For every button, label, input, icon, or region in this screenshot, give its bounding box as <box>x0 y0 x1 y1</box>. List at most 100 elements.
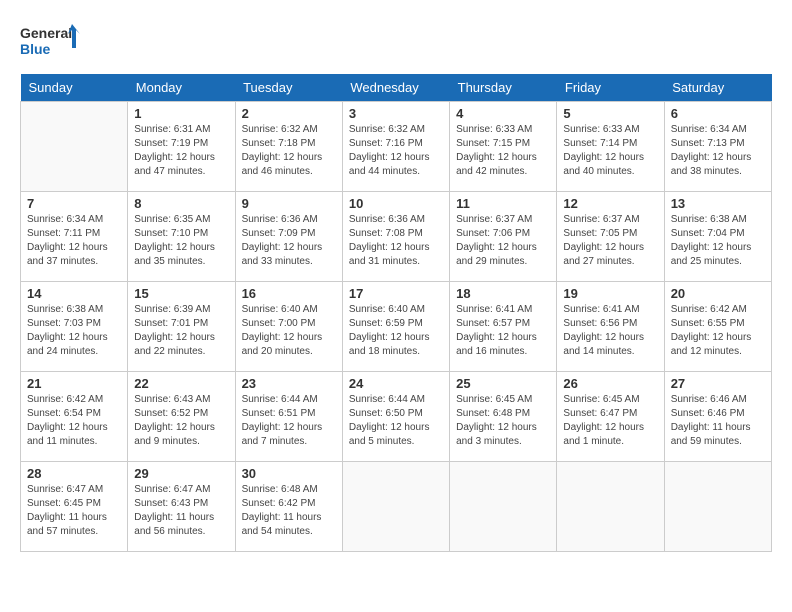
day-cell: 3 Sunrise: 6:32 AMSunset: 7:16 PMDaylight… <box>342 102 449 192</box>
day-info: Sunrise: 6:38 AMSunset: 7:03 PMDaylight:… <box>27 303 121 359</box>
day-info: Sunrise: 6:36 AMSunset: 7:09 PMDaylight:… <box>242 213 336 269</box>
day-cell: 27Sunrise: 6:46 AMSunset: 6:46 PMDayligh… <box>664 372 771 462</box>
day-cell: 4 Sunrise: 6:33 AMSunset: 7:15 PMDaylight… <box>450 102 557 192</box>
day-number: 15 <box>134 286 228 301</box>
day-cell: 6Sunrise: 6:34 AMSunset: 7:13 PMDaylight… <box>664 102 771 192</box>
week-row-4: 21Sunrise: 6:42 AMSunset: 6:54 PMDayligh… <box>21 372 772 462</box>
day-number: 26 <box>563 376 657 391</box>
day-number: 9 <box>242 196 336 211</box>
day-info: Sunrise: 6:37 AMSunset: 7:06 PMDaylight:… <box>456 213 550 269</box>
day-number: 10 <box>349 196 443 211</box>
day-number: 5 <box>563 106 657 121</box>
day-number: 21 <box>27 376 121 391</box>
day-info: Sunrise: 6:37 AMSunset: 7:05 PMDaylight:… <box>563 213 657 269</box>
logo: General Blue <box>20 20 80 64</box>
day-number: 22 <box>134 376 228 391</box>
day-info: Sunrise: 6:38 AMSunset: 7:04 PMDaylight:… <box>671 213 765 269</box>
day-number: 29 <box>134 466 228 481</box>
svg-text:Blue: Blue <box>20 41 51 57</box>
day-info: Sunrise: 6:34 AMSunset: 7:11 PMDaylight:… <box>27 213 121 269</box>
day-cell: 10 Sunrise: 6:36 AMSunset: 7:08 PMDayligh… <box>342 192 449 282</box>
day-info: Sunrise: 6:41 AMSunset: 6:57 PMDaylight:… <box>456 303 550 359</box>
day-cell: 16 Sunrise: 6:40 AMSunset: 7:00 PMDayligh… <box>235 282 342 372</box>
day-cell: 25 Sunrise: 6:45 AMSunset: 6:48 PMDayligh… <box>450 372 557 462</box>
day-cell: 13 Sunrise: 6:38 AMSunset: 7:04 PMDayligh… <box>664 192 771 282</box>
day-info: Sunrise: 6:35 AMSunset: 7:10 PMDaylight:… <box>134 213 228 269</box>
day-cell <box>21 102 128 192</box>
week-row-2: 7 Sunrise: 6:34 AMSunset: 7:11 PMDaylight… <box>21 192 772 282</box>
day-cell <box>557 462 664 552</box>
day-info: Sunrise: 6:40 AMSunset: 7:00 PMDaylight:… <box>242 303 336 359</box>
calendar-table: SundayMondayTuesdayWednesdayThursdayFrid… <box>20 74 772 552</box>
day-info: Sunrise: 6:43 AMSunset: 6:52 PMDaylight:… <box>134 393 228 449</box>
weekday-header-thursday: Thursday <box>450 74 557 102</box>
day-info: Sunrise: 6:32 AMSunset: 7:16 PMDaylight:… <box>349 123 443 179</box>
day-number: 3 <box>349 106 443 121</box>
day-info: Sunrise: 6:39 AMSunset: 7:01 PMDaylight:… <box>134 303 228 359</box>
day-number: 11 <box>456 196 550 211</box>
day-number: 4 <box>456 106 550 121</box>
day-number: 16 <box>242 286 336 301</box>
day-number: 1 <box>134 106 228 121</box>
day-cell: 24 Sunrise: 6:44 AMSunset: 6:50 PMDayligh… <box>342 372 449 462</box>
day-number: 30 <box>242 466 336 481</box>
weekday-header-friday: Friday <box>557 74 664 102</box>
day-cell: 18Sunrise: 6:41 AMSunset: 6:57 PMDayligh… <box>450 282 557 372</box>
day-info: Sunrise: 6:42 AMSunset: 6:55 PMDaylight:… <box>671 303 765 359</box>
day-cell: 12 Sunrise: 6:37 AMSunset: 7:05 PMDayligh… <box>557 192 664 282</box>
day-info: Sunrise: 6:44 AMSunset: 6:50 PMDaylight:… <box>349 393 443 449</box>
day-info: Sunrise: 6:48 AMSunset: 6:42 PMDaylight:… <box>242 483 336 539</box>
day-cell: 11 Sunrise: 6:37 AMSunset: 7:06 PMDayligh… <box>450 192 557 282</box>
day-cell: 7 Sunrise: 6:34 AMSunset: 7:11 PMDaylight… <box>21 192 128 282</box>
weekday-header-row: SundayMondayTuesdayWednesdayThursdayFrid… <box>21 74 772 102</box>
day-cell: 23 Sunrise: 6:44 AMSunset: 6:51 PMDayligh… <box>235 372 342 462</box>
day-number: 19 <box>563 286 657 301</box>
day-cell: 21Sunrise: 6:42 AMSunset: 6:54 PMDayligh… <box>21 372 128 462</box>
day-info: Sunrise: 6:45 AMSunset: 6:48 PMDaylight:… <box>456 393 550 449</box>
day-cell: 29 Sunrise: 6:47 AMSunset: 6:43 PMDayligh… <box>128 462 235 552</box>
week-row-5: 28Sunrise: 6:47 AMSunset: 6:45 PMDayligh… <box>21 462 772 552</box>
weekday-header-monday: Monday <box>128 74 235 102</box>
day-cell: 26 Sunrise: 6:45 AMSunset: 6:47 PMDayligh… <box>557 372 664 462</box>
day-info: Sunrise: 6:41 AMSunset: 6:56 PMDaylight:… <box>563 303 657 359</box>
day-info: Sunrise: 6:45 AMSunset: 6:47 PMDaylight:… <box>563 393 657 449</box>
day-cell: 28Sunrise: 6:47 AMSunset: 6:45 PMDayligh… <box>21 462 128 552</box>
day-cell: 8Sunrise: 6:35 AMSunset: 7:10 PMDaylight… <box>128 192 235 282</box>
day-number: 7 <box>27 196 121 211</box>
weekday-header-wednesday: Wednesday <box>342 74 449 102</box>
day-number: 23 <box>242 376 336 391</box>
svg-text:General: General <box>20 25 72 41</box>
day-number: 25 <box>456 376 550 391</box>
day-info: Sunrise: 6:32 AMSunset: 7:18 PMDaylight:… <box>242 123 336 179</box>
weekday-header-saturday: Saturday <box>664 74 771 102</box>
day-number: 13 <box>671 196 765 211</box>
day-info: Sunrise: 6:44 AMSunset: 6:51 PMDaylight:… <box>242 393 336 449</box>
day-number: 14 <box>27 286 121 301</box>
day-number: 6 <box>671 106 765 121</box>
day-info: Sunrise: 6:33 AMSunset: 7:14 PMDaylight:… <box>563 123 657 179</box>
week-row-3: 14 Sunrise: 6:38 AMSunset: 7:03 PMDayligh… <box>21 282 772 372</box>
day-cell: 22 Sunrise: 6:43 AMSunset: 6:52 PMDayligh… <box>128 372 235 462</box>
week-row-1: 1 Sunrise: 6:31 AMSunset: 7:19 PMDaylight… <box>21 102 772 192</box>
day-info: Sunrise: 6:47 AMSunset: 6:43 PMDaylight:… <box>134 483 228 539</box>
day-cell: 9 Sunrise: 6:36 AMSunset: 7:09 PMDaylight… <box>235 192 342 282</box>
day-cell: 1 Sunrise: 6:31 AMSunset: 7:19 PMDaylight… <box>128 102 235 192</box>
day-number: 2 <box>242 106 336 121</box>
day-cell: 17Sunrise: 6:40 AMSunset: 6:59 PMDayligh… <box>342 282 449 372</box>
day-cell: 15 Sunrise: 6:39 AMSunset: 7:01 PMDayligh… <box>128 282 235 372</box>
day-number: 24 <box>349 376 443 391</box>
logo-svg: General Blue <box>20 20 80 64</box>
weekday-header-sunday: Sunday <box>21 74 128 102</box>
day-info: Sunrise: 6:36 AMSunset: 7:08 PMDaylight:… <box>349 213 443 269</box>
page-header: General Blue <box>20 20 772 64</box>
day-number: 12 <box>563 196 657 211</box>
day-info: Sunrise: 6:46 AMSunset: 6:46 PMDaylight:… <box>671 393 765 449</box>
day-cell <box>450 462 557 552</box>
day-number: 17 <box>349 286 443 301</box>
weekday-header-tuesday: Tuesday <box>235 74 342 102</box>
day-cell: 2 Sunrise: 6:32 AMSunset: 7:18 PMDaylight… <box>235 102 342 192</box>
day-cell: 19 Sunrise: 6:41 AMSunset: 6:56 PMDayligh… <box>557 282 664 372</box>
day-info: Sunrise: 6:33 AMSunset: 7:15 PMDaylight:… <box>456 123 550 179</box>
day-info: Sunrise: 6:31 AMSunset: 7:19 PMDaylight:… <box>134 123 228 179</box>
day-cell: 30 Sunrise: 6:48 AMSunset: 6:42 PMDayligh… <box>235 462 342 552</box>
